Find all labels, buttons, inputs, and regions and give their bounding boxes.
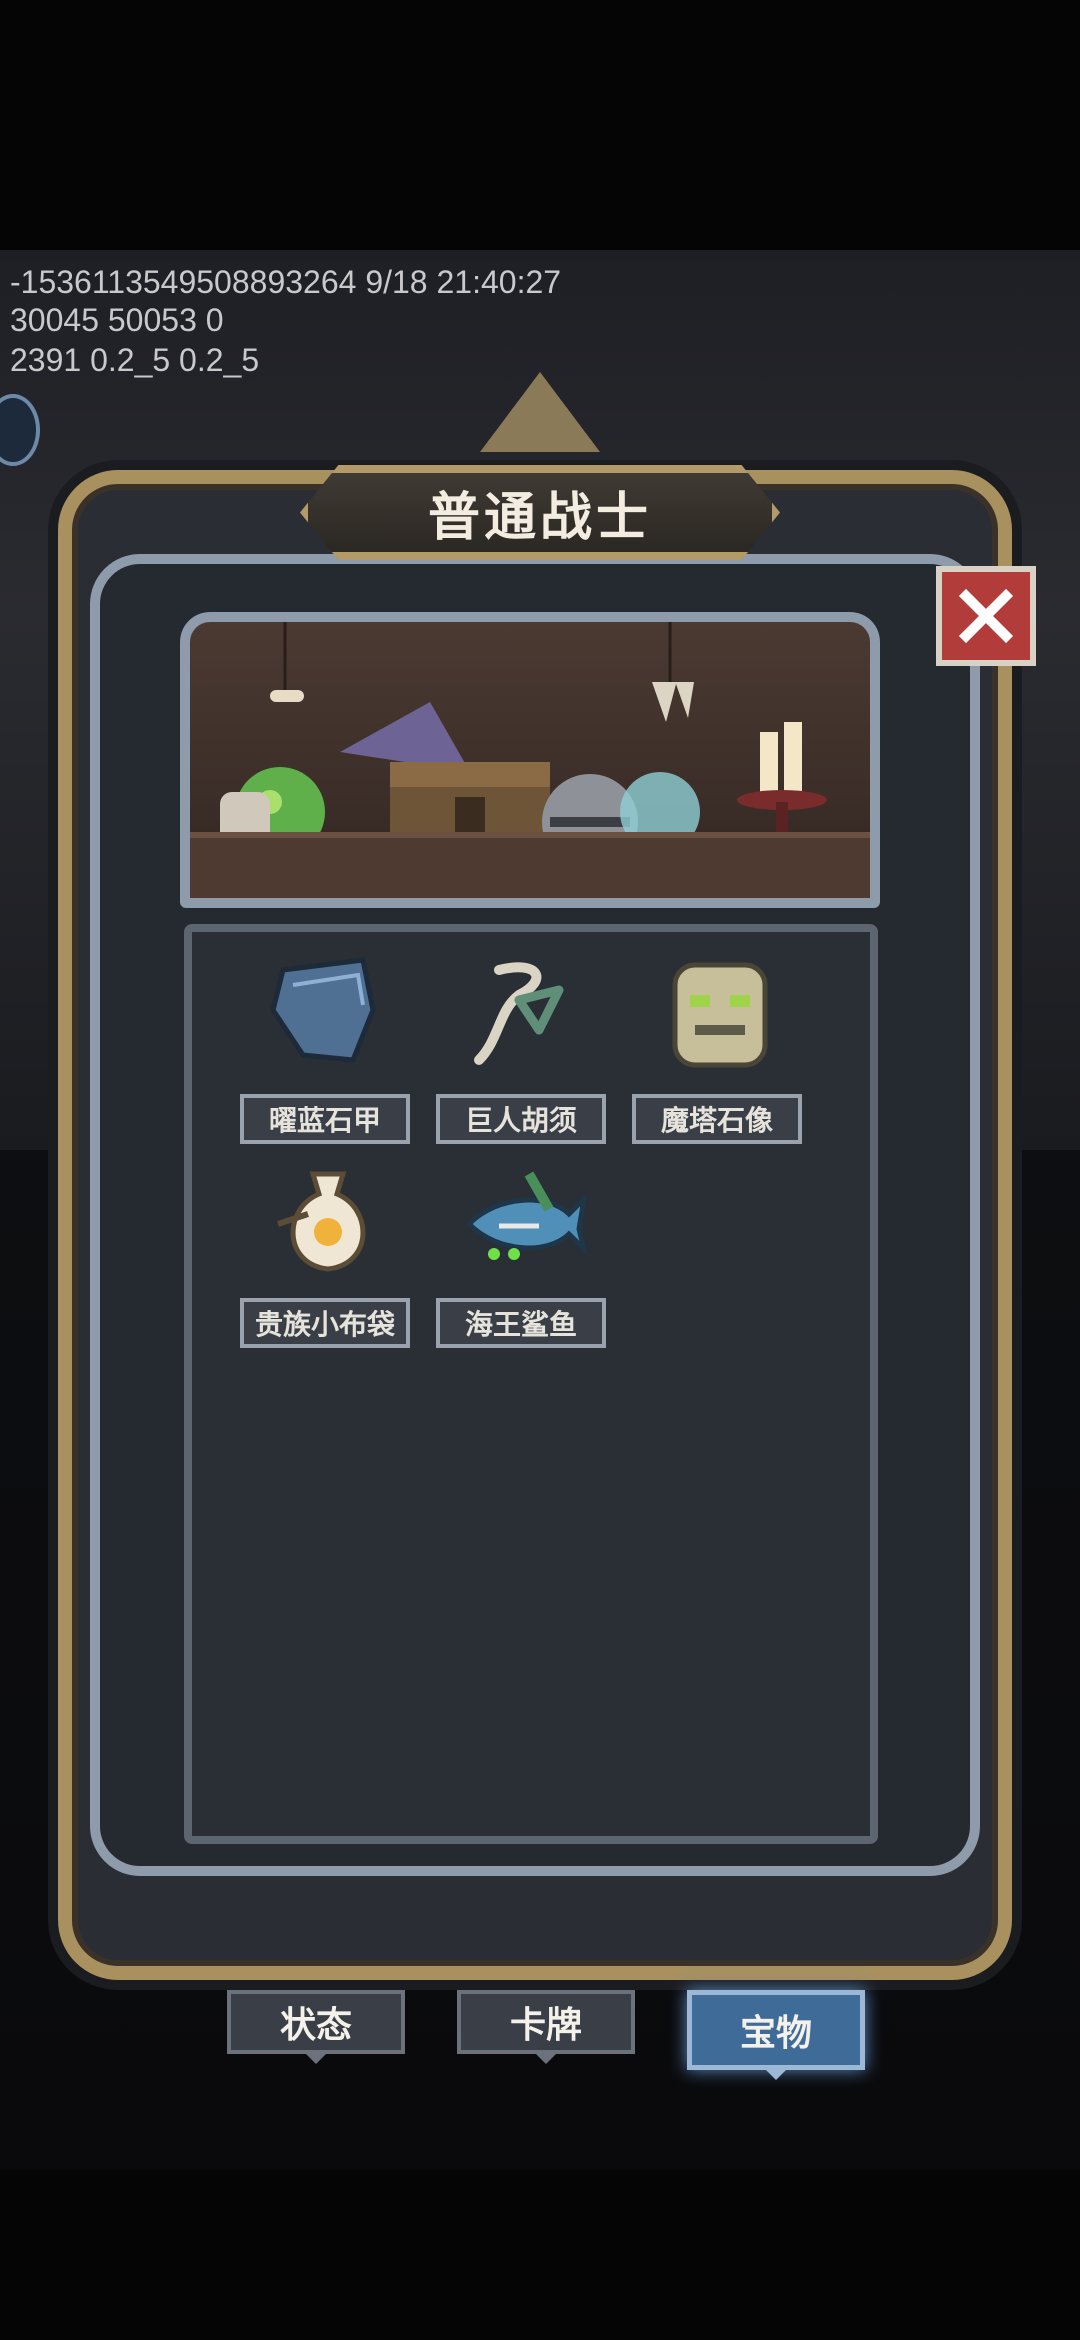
treasure-label: 曜蓝石甲 [240, 1094, 410, 1144]
close-button[interactable] [936, 566, 1036, 666]
dialog-title: 普通战士 [427, 488, 652, 548]
treasure-label: 贵族小布袋 [240, 1298, 410, 1348]
treasure-item[interactable]: 贵族小布袋 [240, 1154, 416, 1348]
blue-armor-icon [270, 957, 376, 1063]
tab-cards[interactable]: 卡牌 [457, 1990, 635, 2054]
stone-totem-icon [672, 962, 768, 1068]
shelf-board [190, 832, 870, 898]
treasure-item[interactable]: 海王鲨鱼 [436, 1154, 612, 1348]
treasure-item[interactable]: 巨人胡须 [436, 950, 612, 1144]
treasure-label: 巨人胡须 [436, 1094, 606, 1144]
tab-pointer [766, 2070, 786, 2080]
treasure-item[interactable]: 魔塔石像 [632, 950, 808, 1144]
tab-treasures[interactable]: 宝物 [687, 1990, 865, 2070]
title-plate: 普通战士 [300, 465, 780, 560]
shark-icon [465, 1171, 589, 1260]
giant-beard-icon [474, 962, 564, 1065]
treasure-label: 海王鲨鱼 [436, 1298, 606, 1348]
treasure-label: 魔塔石像 [632, 1094, 802, 1144]
debug-line-2: 30045 50053 0 [10, 302, 224, 338]
debug-line-3: 2391 0.2_5 0.2_5 [10, 342, 260, 378]
tab-pointer [536, 2054, 556, 2064]
debug-line-1: -1536113549508893264 9/18 21:40:27 [10, 264, 562, 300]
cloth-bag-icon [277, 1171, 366, 1272]
treasure-item[interactable]: 曜蓝石甲 [240, 950, 416, 1144]
close-icon [958, 588, 1014, 644]
treasure-shelf-illustration [180, 612, 880, 908]
tab-status[interactable]: 状态 [227, 1990, 405, 2054]
tab-pointer [306, 2054, 326, 2064]
bottom-tab-bar: 状态 卡牌 宝物 [0, 1990, 1080, 2090]
